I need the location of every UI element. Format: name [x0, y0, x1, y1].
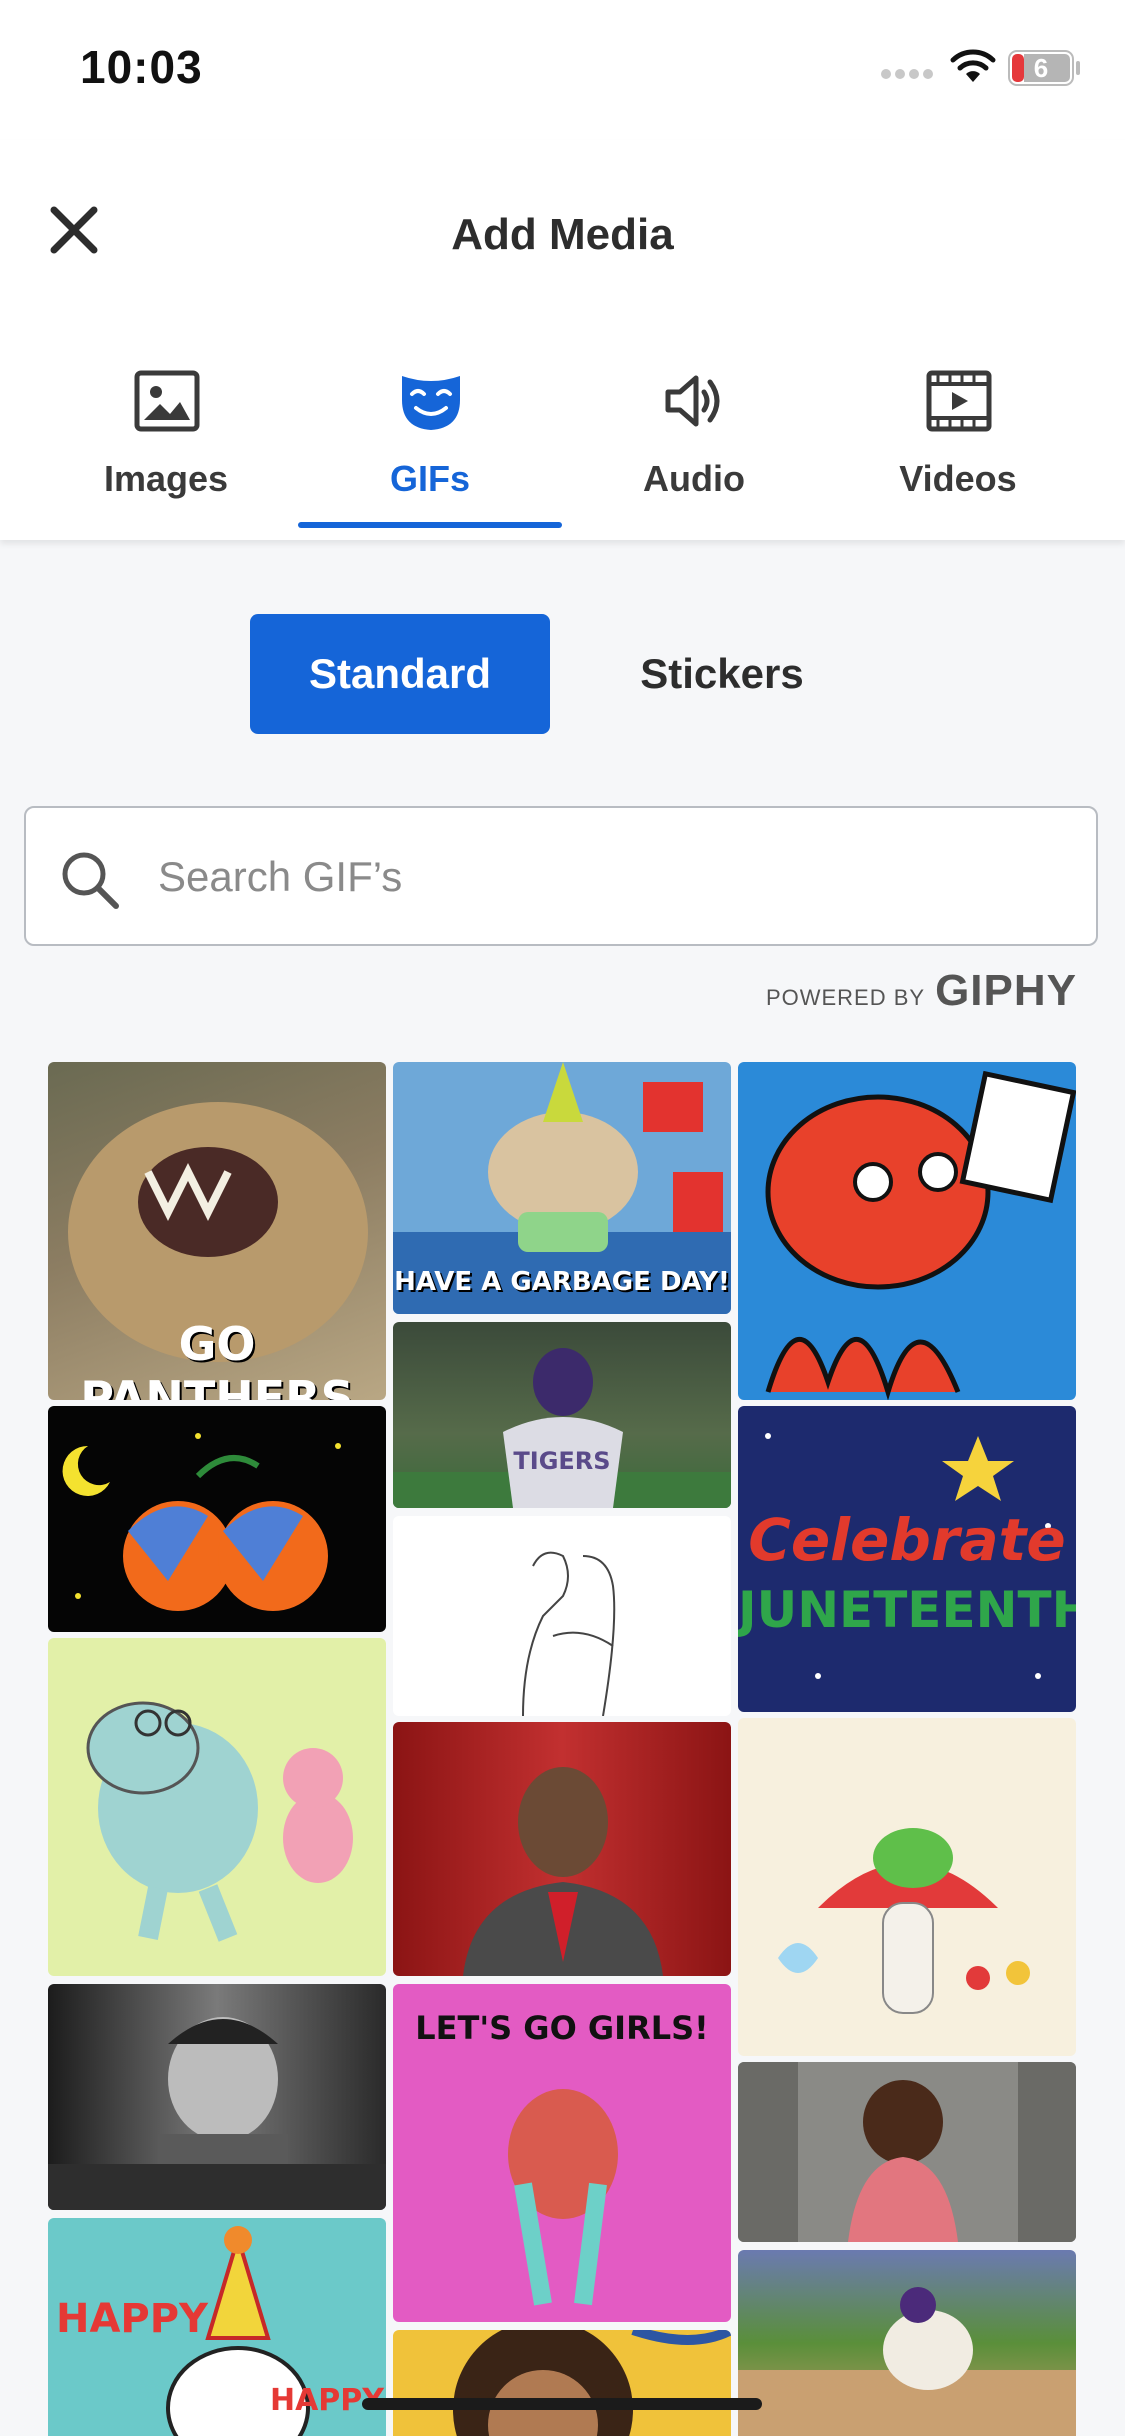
search-icon — [62, 852, 119, 909]
gif-lets-go-girls[interactable]: LET'S GO GIRLS! — [393, 1984, 731, 2322]
powered-by-giphy: POWERED BY GIPHY — [766, 966, 1077, 1016]
tab-gifs[interactable]: GIFs — [298, 370, 562, 530]
octopus-illustration — [765, 1070, 1076, 1400]
gif-caption-happy: HAPPY — [55, 2296, 209, 2342]
man-laughing-illustration — [463, 1767, 663, 1976]
boy-illustration — [48, 2017, 386, 2210]
gif-go-panthers[interactable]: GO PANTHERS — [48, 1062, 386, 1400]
gif-eddie-murphy[interactable] — [393, 1722, 731, 1976]
speaker-icon — [665, 375, 720, 427]
baseball-player-illustration — [393, 1348, 731, 1508]
cherries-illustration — [62, 1433, 341, 1611]
gif-hug-sketch[interactable] — [393, 1516, 731, 1716]
wifi-icon — [950, 49, 996, 82]
gif-caption: GO PANTHERS — [80, 1317, 354, 1400]
tab-images[interactable]: Images — [34, 370, 298, 530]
gif-elephant-piggie[interactable] — [48, 1638, 386, 1976]
status-time: 10:03 — [80, 41, 203, 93]
gif-caption-celebrate: Celebrate — [748, 1506, 1066, 1574]
anime-girl-illustration — [738, 2062, 1076, 2242]
gif-thinking-boy[interactable] — [48, 1984, 386, 2210]
active-tab-indicator — [298, 522, 562, 528]
woman-illustration — [453, 2330, 731, 2436]
gif-octopus[interactable] — [738, 1062, 1076, 1400]
frog-mushroom-illustration — [778, 1828, 1030, 2014]
video-icon — [926, 370, 992, 432]
baseball-field-illustration — [738, 2287, 1076, 2436]
gif-frog-mushroom[interactable] — [738, 1718, 1076, 2056]
battery-tip — [1076, 61, 1080, 75]
home-indicator — [362, 2398, 762, 2410]
gif-celebrate-juneteenth[interactable]: Celebrate JUNETEENTH — [738, 1406, 1076, 1712]
gif-woman-glasses[interactable] — [393, 2330, 731, 2436]
tab-videos-label: Videos — [899, 458, 1017, 499]
gif-garbage-day[interactable]: HAVE A GARBAGE DAY! — [393, 1062, 731, 1314]
elephant-piggie-illustration — [86, 1701, 353, 1942]
battery-level: 6 — [1033, 53, 1049, 83]
tab-videos[interactable]: Videos — [826, 370, 1090, 530]
gif-caption: HAVE A GARBAGE DAY! — [394, 1267, 730, 1297]
powered-by-label: POWERED BY — [765, 985, 926, 1010]
gif-caption-happy-2: HAPPY — [269, 2383, 385, 2418]
page-title: Add Media — [451, 210, 674, 259]
cellular-signal-icon — [881, 69, 933, 79]
gif-baseball-slide[interactable] — [738, 2250, 1076, 2436]
tab-gifs-label: GIFs — [389, 458, 470, 499]
giphy-logo: GIPHY — [935, 966, 1077, 1015]
gif-caption: LET'S GO GIRLS! — [415, 2009, 709, 2047]
gif-tigers-baseball[interactable]: TIGERS — [393, 1322, 731, 1508]
gif-chihiro[interactable] — [738, 2062, 1076, 2242]
standard-button[interactable]: Standard — [250, 614, 550, 734]
stickers-button[interactable]: Stickers — [572, 614, 872, 734]
gif-caption-juneteenth: JUNETEENTH — [738, 1581, 1076, 1639]
hug-sketch-illustration — [522, 1551, 616, 1716]
gif-sleepy-cherries[interactable] — [48, 1406, 386, 1632]
battery-icon: 6 — [1008, 50, 1074, 86]
search-input[interactable] — [156, 846, 1060, 908]
tab-images-label: Images — [103, 458, 229, 499]
tab-audio[interactable]: Audio — [562, 370, 826, 530]
gif-happy-cat[interactable]: HAPPY HAPPY — [48, 2218, 386, 2436]
image-icon — [134, 370, 200, 432]
tab-audio-label: Audio — [643, 458, 745, 499]
gif-mask-icon — [402, 376, 460, 430]
gif-caption: TIGERS — [513, 1447, 611, 1475]
